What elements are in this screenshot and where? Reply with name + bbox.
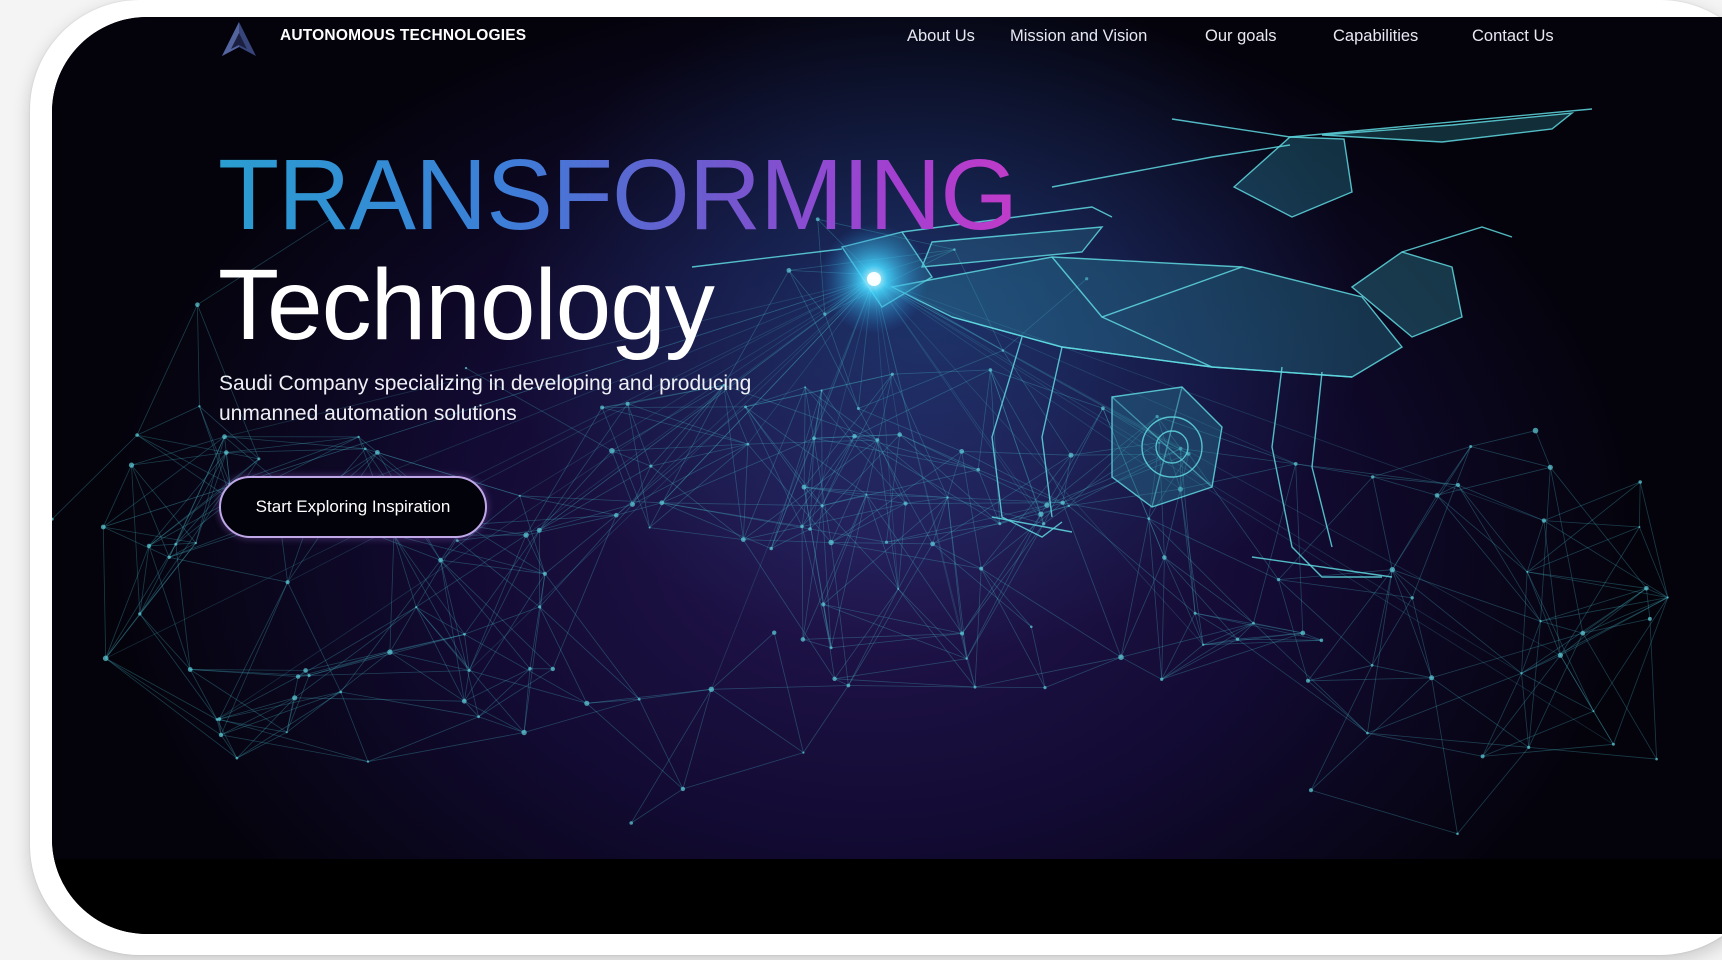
nav-our-goals[interactable]: Our goals xyxy=(1205,27,1277,46)
start-exploring-button[interactable]: Start Exploring Inspiration xyxy=(219,476,487,538)
nav-contact-us[interactable]: Contact Us xyxy=(1472,27,1554,46)
nav-mission-and-vision[interactable]: Mission and Vision xyxy=(1010,27,1147,46)
hero-subtitle: Saudi Company specializing in developing… xyxy=(219,369,839,429)
top-navigation: AUTONOMOUS TECHNOLOGIES About Us Mission… xyxy=(52,17,1722,57)
hero-subtitle-line-2: unmanned automation solutions xyxy=(219,402,517,425)
hero-headline-technology: Technology xyxy=(218,249,715,361)
triangle-logo-icon[interactable] xyxy=(218,19,260,59)
hero-bottom-band xyxy=(52,859,1722,934)
hero-subtitle-line-1: Saudi Company specializing in developing… xyxy=(219,372,752,395)
nav-capabilities[interactable]: Capabilities xyxy=(1333,27,1418,46)
website-screen: AUTONOMOUS TECHNOLOGIES About Us Mission… xyxy=(52,17,1722,934)
hero-headline-transforming: TRANSFORMING xyxy=(218,139,1018,251)
brand-name[interactable]: AUTONOMOUS TECHNOLOGIES xyxy=(280,27,526,45)
nav-about-us[interactable]: About Us xyxy=(907,27,975,46)
